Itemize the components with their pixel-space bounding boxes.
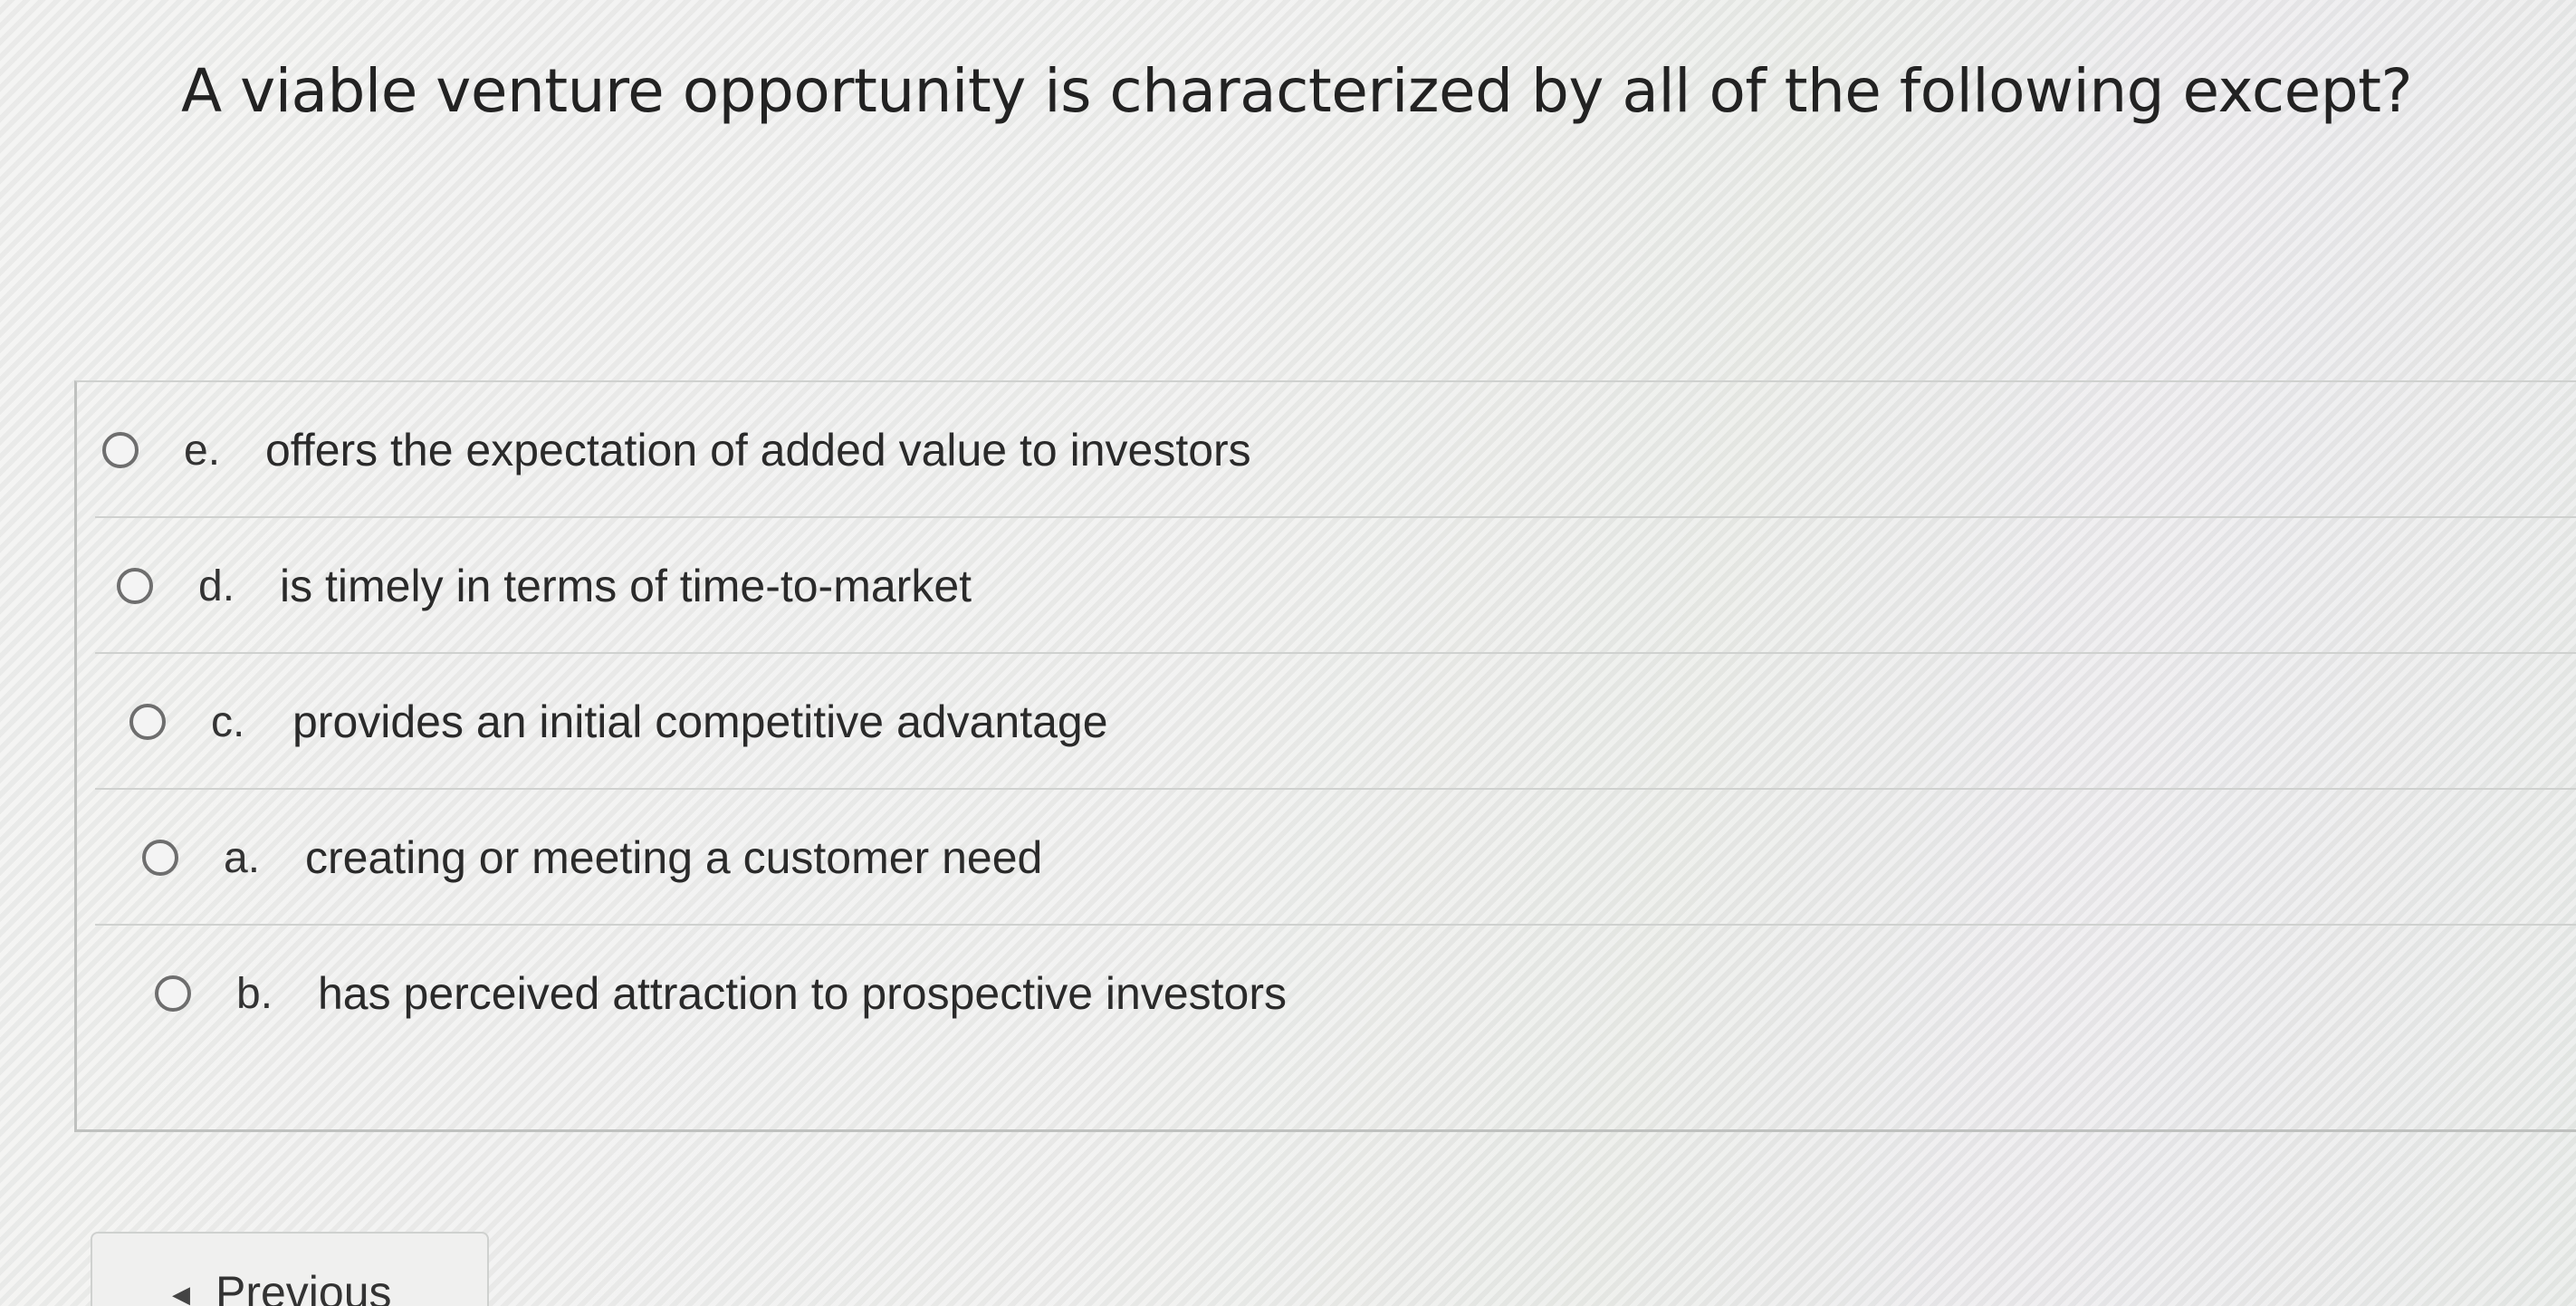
answer-options: e. offers the expectation of added value… bbox=[74, 380, 2576, 1132]
radio-button[interactable] bbox=[155, 975, 191, 1012]
question-text: A viable venture opportunity is characte… bbox=[181, 56, 2413, 126]
option-text[interactable]: offers the expectation of added value to… bbox=[265, 424, 1251, 476]
option-text[interactable]: provides an initial competitive advantag… bbox=[292, 696, 1108, 748]
radio-button[interactable] bbox=[129, 704, 166, 740]
option-text[interactable]: is timely in terms of time-to-market bbox=[280, 560, 972, 612]
option-text[interactable]: has perceived attraction to prospective … bbox=[318, 967, 1287, 1020]
radio-button[interactable] bbox=[117, 568, 153, 604]
option-e[interactable]: e. offers the expectation of added value… bbox=[77, 382, 2576, 518]
previous-label: Previous bbox=[215, 1267, 392, 1306]
option-d[interactable]: d. is timely in terms of time-to-market bbox=[77, 518, 2576, 654]
quiz-page: A viable venture opportunity is characte… bbox=[0, 0, 2576, 1306]
caret-left-icon: ◀ bbox=[172, 1281, 190, 1306]
previous-button[interactable]: ◀ Previous bbox=[91, 1232, 489, 1306]
option-b[interactable]: b. has perceived attraction to prospecti… bbox=[77, 926, 2576, 1061]
radio-button[interactable] bbox=[102, 432, 139, 468]
option-letter: b. bbox=[236, 969, 273, 1018]
option-letter: d. bbox=[198, 562, 235, 610]
radio-button[interactable] bbox=[142, 840, 178, 876]
option-c[interactable]: c. provides an initial competitive advan… bbox=[77, 654, 2576, 790]
option-a[interactable]: a. creating or meeting a customer need bbox=[77, 790, 2576, 926]
option-letter: c. bbox=[211, 697, 245, 746]
option-text[interactable]: creating or meeting a customer need bbox=[305, 831, 1042, 884]
option-letter: e. bbox=[184, 426, 221, 475]
option-letter: a. bbox=[224, 833, 261, 882]
